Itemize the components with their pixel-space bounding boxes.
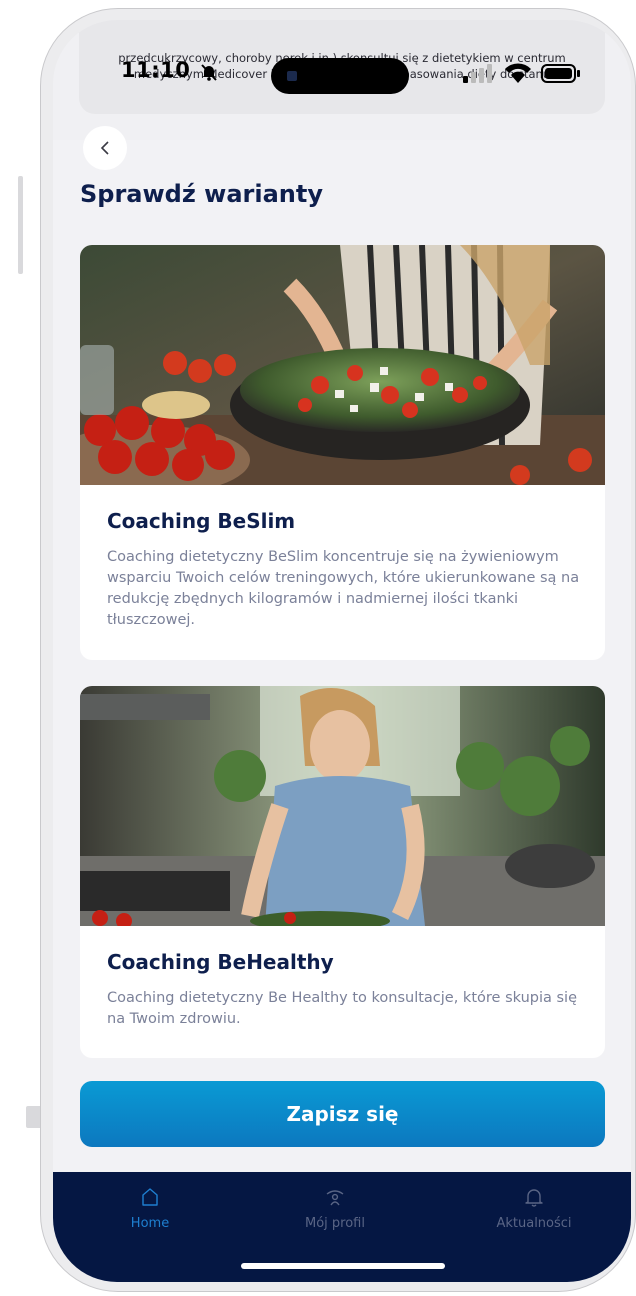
home-icon [142, 1188, 158, 1206]
bell-icon [525, 1189, 543, 1207]
kitchen-photo [80, 686, 605, 926]
silent-mode-icon [199, 62, 219, 86]
variant-card-beslim[interactable]: Coaching BeSlim Coaching dietetyczny BeS… [80, 245, 605, 660]
battery-icon [541, 64, 580, 83]
back-button[interactable] [83, 126, 127, 170]
variant-card-behealthy[interactable]: Coaching BeHealthy Coaching dietetyczny … [80, 686, 605, 1058]
page-title: Sprawdź warianty [80, 180, 323, 208]
nav-label: Mój profil [305, 1216, 365, 1231]
home-indicator[interactable] [241, 1263, 445, 1269]
profile-icon [326, 1190, 344, 1206]
app-screen: przedcukrzycowy, choroby nerek i in.) sk… [53, 20, 631, 1282]
signup-button[interactable]: Zapisz się [80, 1081, 605, 1147]
signal-icon [463, 64, 492, 83]
card-description: Coaching dietetyczny Be Healthy to konsu… [107, 990, 577, 1027]
nav-item-news[interactable]: Aktualności [459, 1186, 609, 1231]
card-description: Coaching dietetyczny BeSlim koncentruje … [107, 549, 580, 628]
nav-label: Aktualności [496, 1216, 572, 1231]
status-icons [461, 60, 585, 92]
chevron-left-icon [100, 141, 109, 155]
card-title: Coaching BeHealthy [107, 950, 334, 974]
nav-item-home[interactable]: Home [75, 1186, 225, 1231]
card-title: Coaching BeSlim [107, 509, 296, 533]
nav-item-profile[interactable]: Mój profil [260, 1186, 410, 1231]
salad-photo [80, 245, 605, 485]
wifi-icon [505, 63, 531, 83]
side-button-top [18, 176, 23, 274]
status-time: 11:10 [121, 58, 191, 82]
nav-label: Home [130, 1216, 170, 1231]
main-content: Sprawdź warianty Coaching BeSlim Coachin… [53, 126, 631, 1180]
dynamic-island [271, 58, 409, 94]
app-indicator-icon [287, 71, 297, 81]
